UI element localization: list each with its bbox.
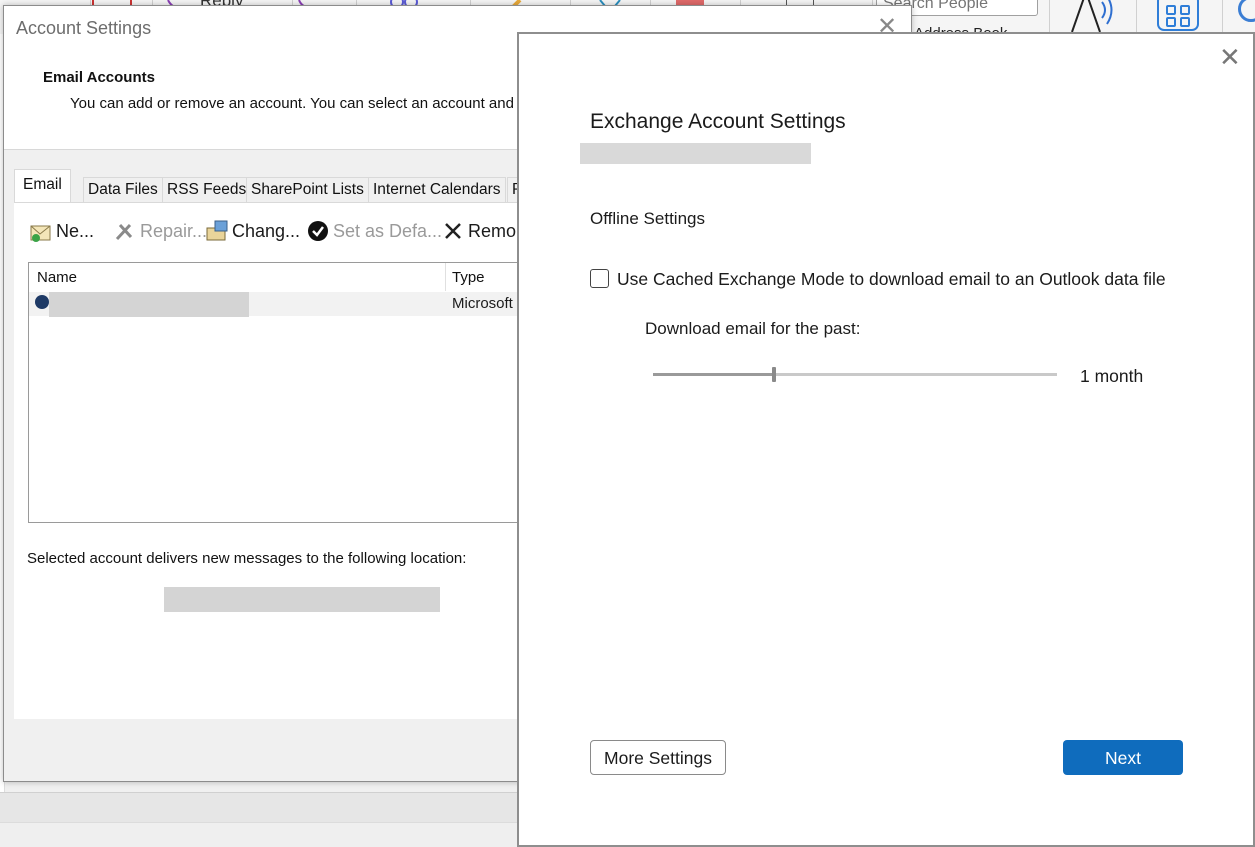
remove-x-icon [445,223,461,239]
checkmark-circle-icon [308,221,328,241]
download-email-label: Download email for the past: [645,319,861,338]
column-header-name[interactable]: Name [37,269,77,286]
exchange-account-settings-dialog: ✕ Exchange Account Settings Offline Sett… [517,32,1255,847]
dialog-title: Account Settings [16,18,152,38]
more-settings-button[interactable]: More Settings [590,740,726,775]
read-aloud-icon[interactable] [1068,0,1118,32]
table-row[interactable]: Microsoft [29,292,527,317]
download-period-slider[interactable] [653,367,1057,382]
dialog-title: Exchange Account Settings [590,110,846,133]
new-account-button[interactable]: Ne... [30,220,94,242]
tab-data-files[interactable]: Data Files [83,177,163,203]
new-mail-icon [30,225,51,242]
tab-rss-feeds[interactable]: RSS Feeds [162,177,252,203]
default-account-check-icon [35,295,49,309]
slider-thumb[interactable] [772,367,776,382]
section-description: You can add or remove an account. You ca… [70,95,514,112]
accounts-list: Name Type Microsoft [28,262,528,523]
close-icon[interactable]: ✕ [1219,44,1241,70]
apps-icon[interactable] [1157,0,1201,32]
new-label: Ne... [56,220,95,241]
next-button[interactable]: Next [1063,740,1183,775]
deliver-location-label: Selected account delivers new messages t… [27,550,467,567]
set-as-default-label: Set as Defa... [333,220,443,241]
circle-icon[interactable] [1238,0,1255,22]
change-icon [206,220,228,241]
change-button[interactable]: Chang... [206,220,300,242]
ribbon-divider [1136,0,1137,34]
slider-fill [653,373,774,376]
repair-icon [115,223,133,241]
tab-email[interactable]: Email [14,169,71,203]
redacted-account-email [580,143,811,164]
redacted-account-name [49,292,249,317]
cached-exchange-mode-checkbox[interactable] [590,269,609,288]
redacted-deliver-location [164,587,440,612]
change-label: Chang... [232,220,301,241]
outlook-status-bar [0,822,520,847]
outlook-status-area [0,792,520,822]
section-title: Email Accounts [43,69,155,86]
download-period-value: 1 month [1080,366,1144,386]
offline-settings-heading: Offline Settings [590,209,705,228]
tab-sharepoint-lists[interactable]: SharePoint Lists [246,177,369,203]
ribbon-divider [1049,0,1050,34]
repair-label: Repair... [140,220,208,241]
column-header-type[interactable]: Type [452,269,485,286]
repair-button[interactable]: Repair... [114,220,207,242]
account-type: Microsoft [452,295,513,312]
ribbon-divider [1222,0,1223,34]
tab-internet-calendars[interactable]: Internet Calendars [368,177,506,203]
cached-exchange-mode-label[interactable]: Use Cached Exchange Mode to download ema… [617,269,1166,290]
set-as-default-button[interactable]: Set as Defa... [307,220,442,242]
column-divider[interactable] [445,263,446,291]
